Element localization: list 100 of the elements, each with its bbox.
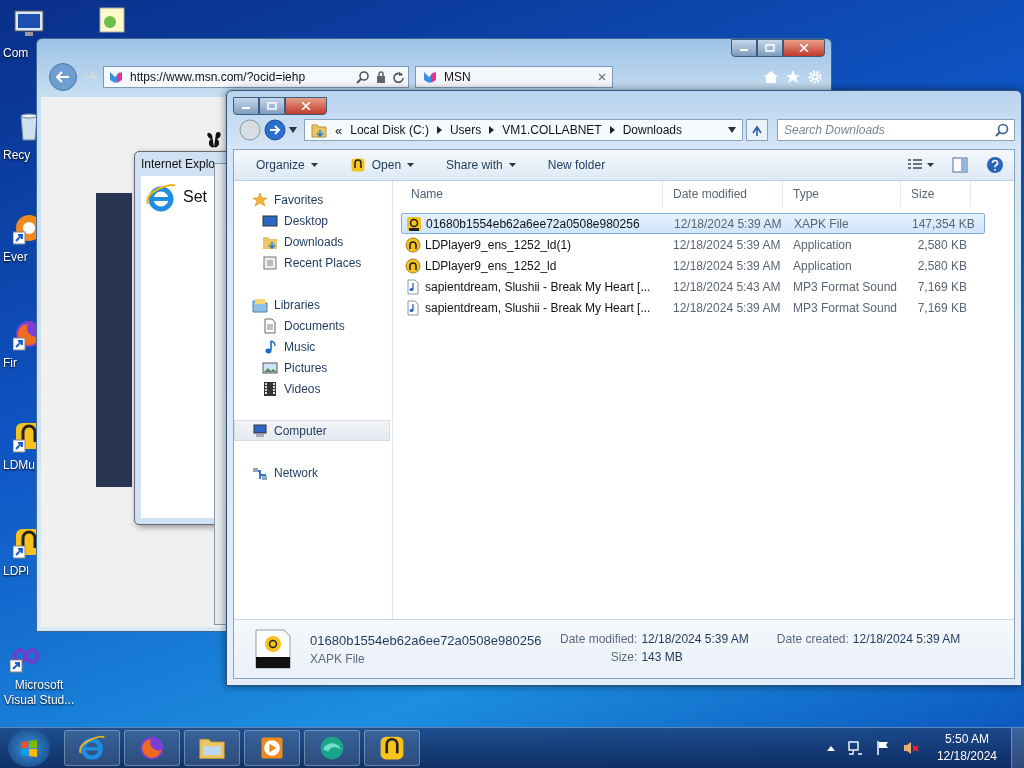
type-cell-text: MP3 Format Sound xyxy=(792,279,899,294)
file-name: sapientdream, Slushii - Break My Heart [... xyxy=(425,279,651,294)
dropdown-caret-icon[interactable] xyxy=(728,127,736,133)
picture-icon xyxy=(262,359,278,376)
speaker-muted-icon[interactable] xyxy=(902,740,919,756)
star-icon[interactable] xyxy=(785,69,801,85)
nav-item[interactable]: Pictures xyxy=(234,357,392,378)
app-icon xyxy=(349,157,366,173)
flag-icon[interactable] xyxy=(874,740,891,756)
view-options-icon[interactable] xyxy=(907,158,923,172)
nav-item[interactable]: Downloads xyxy=(234,231,392,252)
back-arrow-icon xyxy=(56,71,70,83)
toolbar-button[interactable]: Organize xyxy=(244,154,328,176)
tab-title: MSN xyxy=(444,70,472,84)
size-cell-text: 2,580 KB xyxy=(916,258,968,273)
taskbar-button[interactable] xyxy=(364,730,420,766)
search-field[interactable]: Search Downloads xyxy=(777,119,1015,141)
forward-button[interactable] xyxy=(264,119,286,141)
type-cell-text: Application xyxy=(792,237,853,252)
minimize-button[interactable] xyxy=(233,97,259,115)
caret-icon xyxy=(310,163,318,167)
size-cell-text: 2,580 KB xyxy=(916,237,968,252)
breadcrumb-arrow-icon xyxy=(489,126,495,134)
date-cell-text: 12/18/2024 5:39 AM xyxy=(673,216,783,231)
nav-item[interactable]: Computer xyxy=(234,420,390,441)
nav-item[interactable]: Recent Places xyxy=(234,252,392,273)
site-logo-icon xyxy=(422,70,438,84)
network-icon[interactable] xyxy=(846,740,863,756)
caret-icon[interactable] xyxy=(927,163,934,167)
maximize-icon xyxy=(267,102,277,110)
desktop-icon-label[interactable]: Fir xyxy=(3,356,17,370)
address-bar[interactable]: https://www.msn.com/?ocid=iehp xyxy=(103,66,409,88)
file-row[interactable]: LDPlayer9_ens_1252_ld(1) 12/18/2024 5:39 AM Application 2,580 KB xyxy=(401,234,1014,255)
search-icon[interactable] xyxy=(356,70,370,84)
breadcrumb-item[interactable]: VM1.COLLABNET xyxy=(502,123,602,137)
close-button[interactable] xyxy=(783,39,825,57)
column-header[interactable]: Name xyxy=(401,181,663,207)
column-header[interactable]: Size xyxy=(901,181,971,207)
file-row[interactable]: sapientdream, Slushii - Break My Heart [... 12/18/2024 5:39 AM MP3 Format Sound 7,169 KB xyxy=(401,297,1014,318)
desktop-icon-label[interactable]: Ever xyxy=(3,250,28,264)
nav-item[interactable]: Libraries xyxy=(234,294,392,315)
desktop-icon-label[interactable]: Microsoft Visual Stud... xyxy=(0,678,78,708)
address-bar[interactable]: « Local Disk (C:) Users VM1.COLLABNET Downloads xyxy=(304,119,743,141)
close-icon[interactable] xyxy=(598,73,606,81)
refresh-icon[interactable] xyxy=(392,71,404,83)
file-row[interactable]: sapientdream, Slushii - Break My Heart [... 12/18/2024 5:43 AM MP3 Format Sound 7,169 KB xyxy=(401,276,1014,297)
desktop-icon-label[interactable]: Recy xyxy=(3,148,31,162)
desktop-icon-label[interactable]: LDPl xyxy=(3,564,29,578)
start-button[interactable] xyxy=(8,729,50,767)
swirl-icon xyxy=(318,734,346,762)
toolbar-button[interactable]: New folder xyxy=(537,154,616,176)
app-icon xyxy=(405,257,421,274)
caret-icon xyxy=(508,163,516,167)
clock-date: 12/18/2024 xyxy=(936,748,997,765)
nav-item[interactable]: Music xyxy=(234,336,392,357)
toolbar-button[interactable]: Share with xyxy=(436,154,526,176)
file-name: sapientdream, Slushii - Break My Heart [... xyxy=(425,300,651,315)
taskbar-button[interactable] xyxy=(184,730,240,766)
size-cell-text: 7,169 KB xyxy=(916,300,968,315)
maximize-button[interactable] xyxy=(757,39,783,57)
taskbar-button[interactable] xyxy=(244,730,300,766)
help-icon[interactable] xyxy=(986,156,1004,174)
refresh-button[interactable] xyxy=(746,119,768,141)
close-button[interactable] xyxy=(285,97,327,115)
taskbar-button[interactable] xyxy=(304,730,360,766)
dialog-text: Set xyxy=(183,187,207,206)
desktop-icon-label[interactable]: Com xyxy=(3,46,29,60)
show-desktop-button[interactable] xyxy=(1011,728,1024,768)
search-icon xyxy=(995,123,1009,137)
breadcrumb-item[interactable]: Users xyxy=(449,123,482,137)
close-icon xyxy=(301,102,311,110)
maximize-icon xyxy=(765,44,775,52)
file-name: 01680b1554eb62a6ee72a0508e980256 xyxy=(310,632,542,648)
nav-item[interactable]: Videos xyxy=(234,378,392,399)
minimize-button[interactable] xyxy=(731,39,757,57)
toolbar-button[interactable]: Open xyxy=(339,153,425,177)
nav-item[interactable]: Favorites xyxy=(234,189,392,210)
back-button[interactable] xyxy=(49,63,77,91)
caret-icon[interactable] xyxy=(289,127,297,133)
browser-icon xyxy=(78,734,106,762)
type-cell-text: XAPK File xyxy=(793,216,850,231)
type-cell-text: MP3 Format Sound xyxy=(792,300,899,315)
file-row[interactable]: LDPlayer9_ens_1252_ld 12/18/2024 5:39 AM Application 2,580 KB xyxy=(401,255,1014,276)
column-header[interactable]: Type xyxy=(783,181,901,207)
date-cell-text: 12/18/2024 5:39 AM xyxy=(672,237,782,252)
clock[interactable]: 5:50 AM 12/18/2024 xyxy=(936,731,997,765)
column-header[interactable]: Date modified xyxy=(663,181,783,207)
nav-item[interactable]: Desktop xyxy=(234,210,392,231)
breadcrumb-item[interactable]: Local Disk (C:) xyxy=(350,123,429,137)
breadcrumb-overflow-button[interactable]: « xyxy=(335,122,343,138)
nav-item[interactable]: Network xyxy=(234,462,392,483)
show-hidden-icons-icon[interactable] xyxy=(826,745,835,751)
nav-item[interactable]: Documents xyxy=(234,315,392,336)
field-label: Date modified: xyxy=(560,632,638,646)
maximize-button[interactable] xyxy=(259,97,285,115)
site-logo-icon xyxy=(108,70,124,84)
file-row[interactable]: 01680b1554eb62a6ee72a0508e980256 12/18/2024 5:39 AM XAPK File 147,354 KB xyxy=(401,213,985,234)
browser-tab[interactable]: MSN xyxy=(415,66,613,88)
desktop-icon-label[interactable]: LDMu xyxy=(3,458,35,472)
breadcrumb-item[interactable]: Downloads xyxy=(622,123,682,137)
